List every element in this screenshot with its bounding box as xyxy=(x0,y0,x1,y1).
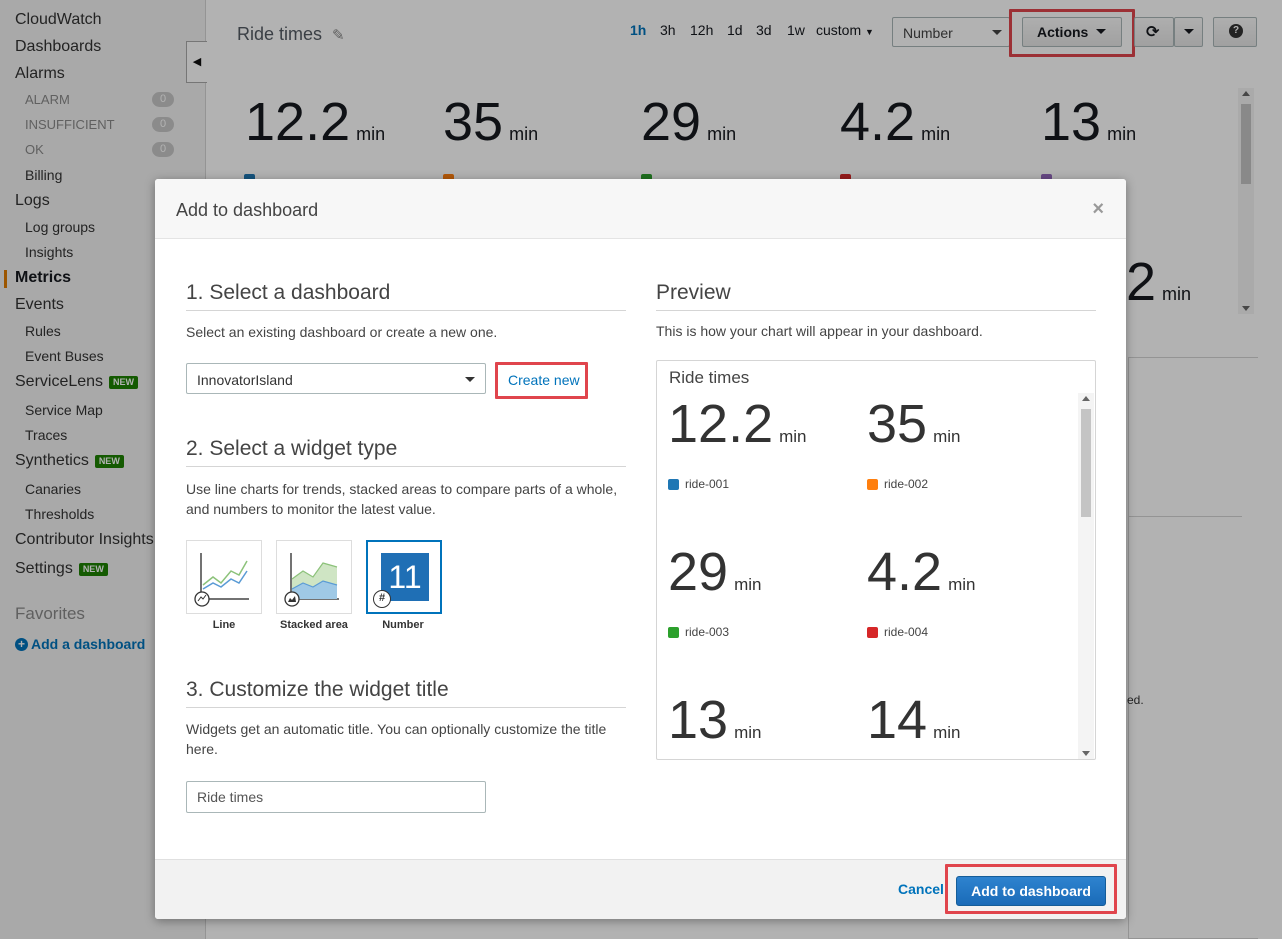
section-widget-type-help: Use line charts for trends, stacked area… xyxy=(186,481,618,517)
preview-legend-item: ride-002 xyxy=(867,477,928,491)
section-divider xyxy=(656,310,1096,311)
add-to-dashboard-highlight xyxy=(945,864,1117,914)
legend-color-swatch xyxy=(668,478,679,490)
modal-footer: Cancel Add to dashboard xyxy=(155,859,1126,919)
widget-type-number-tile[interactable]: 11 # xyxy=(366,540,442,614)
modal-header: Add to dashboard × xyxy=(155,179,1126,239)
preview-metric-value: 29 xyxy=(668,542,729,602)
scroll-up-icon[interactable] xyxy=(1082,396,1090,401)
preview-metric-number: 4.2 min xyxy=(867,541,975,603)
preview-help: This is how your chart will appear in yo… xyxy=(656,323,983,339)
preview-metric-number: 29 min xyxy=(668,541,761,603)
modal-title: Add to dashboard xyxy=(176,200,319,220)
scroll-down-icon[interactable] xyxy=(1082,751,1090,756)
preview-metric-unit: min xyxy=(948,575,976,594)
preview-scrollbar[interactable] xyxy=(1078,393,1094,759)
create-new-highlight xyxy=(495,362,588,399)
preview-metric-value: 14 xyxy=(867,690,928,750)
preview-metric-unit: min xyxy=(933,427,961,446)
line-chart-icon xyxy=(194,553,249,607)
section-widget-title-title: 3. Customize the widget title xyxy=(186,678,449,701)
section-select-dashboard-help: Select an existing dashboard or create a… xyxy=(186,324,498,340)
legend-color-swatch xyxy=(867,478,878,490)
legend-color-swatch xyxy=(668,626,679,638)
preview-metric-unit: min xyxy=(933,723,961,742)
cancel-button[interactable]: Cancel xyxy=(898,881,944,897)
preview-metric-value: 13 xyxy=(668,690,729,750)
preview-widget-title: Ride times xyxy=(669,368,750,387)
caret-down-icon xyxy=(465,377,475,382)
widget-type-line-tile[interactable] xyxy=(186,540,262,614)
dashboard-select[interactable]: InnovatorIsland xyxy=(186,363,486,394)
widget-type-number-label: Number xyxy=(382,619,424,631)
preview-metric-number: 12.2 min xyxy=(668,393,807,455)
preview-legend-label: ride-002 xyxy=(884,477,929,491)
preview-metric-number: 14 min xyxy=(867,689,960,751)
preview-title: Preview xyxy=(656,281,731,304)
preview-metric-number: 13 min xyxy=(668,689,761,751)
scrollbar-thumb[interactable] xyxy=(1081,409,1091,517)
preview-legend-label: ride-001 xyxy=(685,477,730,491)
preview-widget: Ride times 12.2 min ride-001 35 min ride-0… xyxy=(656,360,1096,760)
widget-type-stacked-area-tile[interactable] xyxy=(276,540,352,614)
preview-legend-item: ride-004 xyxy=(867,625,928,639)
preview-legend-label: ride-003 xyxy=(685,625,730,639)
hash-icon: # xyxy=(373,590,391,608)
section-divider xyxy=(186,707,626,708)
preview-metric-number: 35 min xyxy=(867,393,960,455)
dashboard-select-value: InnovatorIsland xyxy=(197,372,293,388)
section-widget-type-title: 2. Select a widget type xyxy=(186,437,398,460)
section-divider xyxy=(186,466,626,467)
preview-metric-value: 12.2 xyxy=(668,394,774,454)
add-to-dashboard-modal: Add to dashboard × 1. Select a dashboard… xyxy=(155,179,1126,919)
preview-legend-label: ride-004 xyxy=(884,625,929,639)
preview-legend-item: ride-001 xyxy=(668,477,729,491)
preview-legend-item: ride-003 xyxy=(668,625,729,639)
widget-type-stacked-area-label: Stacked area xyxy=(280,619,348,631)
stacked-area-icon xyxy=(284,553,339,607)
preview-metric-value: 35 xyxy=(867,394,928,454)
section-divider xyxy=(186,310,626,311)
legend-color-swatch xyxy=(867,626,878,638)
preview-metric-unit: min xyxy=(734,723,762,742)
section-select-dashboard-title: 1. Select a dashboard xyxy=(186,281,391,304)
widget-title-input[interactable] xyxy=(186,781,486,813)
close-icon[interactable]: × xyxy=(1092,198,1104,221)
preview-metric-value: 4.2 xyxy=(867,542,943,602)
preview-metric-unit: min xyxy=(779,427,807,446)
section-widget-title-help: Widgets get an automatic title. You can … xyxy=(186,721,607,757)
widget-type-line-label: Line xyxy=(212,619,236,631)
preview-metric-unit: min xyxy=(734,575,762,594)
